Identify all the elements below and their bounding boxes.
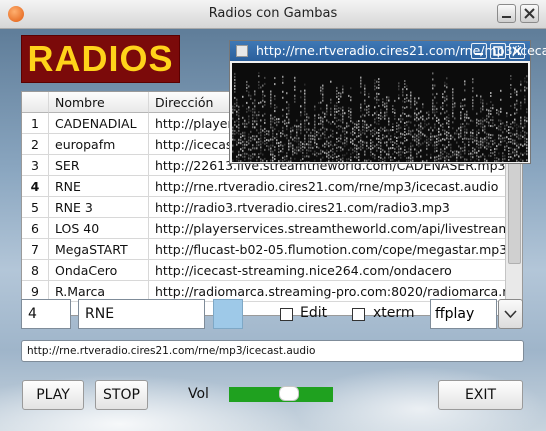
stop-button[interactable]: STOP <box>95 380 148 410</box>
volume-label: Vol <box>188 386 209 402</box>
row-number: 2 <box>22 134 49 155</box>
row-name: MegaSTART <box>49 239 149 260</box>
popup-maximize-button[interactable] <box>490 43 506 59</box>
row-number: 4 <box>22 176 49 197</box>
window-title: Radios con Gambas <box>208 6 338 21</box>
popup-close-button[interactable] <box>509 43 525 59</box>
row-name: RNE <box>49 176 149 197</box>
close-icon <box>524 8 535 19</box>
row-number: 8 <box>22 260 49 281</box>
row-number: 6 <box>22 218 49 239</box>
row-name: LOS 40 <box>49 218 149 239</box>
table-row[interactable]: 7 MegaSTART http://flucast-b02-05.flumotio… <box>22 239 507 260</box>
row-name: CADENADIAL <box>49 113 149 134</box>
video-visualization <box>232 63 528 162</box>
table-row[interactable]: 4 RNE http://rne.rtveradio.cires21.com/rne… <box>22 176 507 197</box>
row-url: http://flucast-b02-05.flumotion.com/cope… <box>149 239 507 260</box>
edit-checkbox[interactable] <box>280 308 293 321</box>
col-header-num[interactable] <box>22 92 49 113</box>
player-dropdown-button[interactable] <box>498 299 523 329</box>
xterm-checkbox[interactable] <box>352 308 365 321</box>
banner-text: RADIOS <box>27 38 174 79</box>
table-row[interactable]: 5 RNE 3 http://radio3.rtveradio.cires21.co… <box>22 197 507 218</box>
row-number: 5 <box>22 197 49 218</box>
col-header-nombre[interactable]: Nombre <box>49 92 149 113</box>
audio-spectrum-image <box>232 72 528 162</box>
row-name: europafm <box>49 134 149 155</box>
window-icon <box>236 45 248 57</box>
name-field[interactable]: RNE <box>78 299 205 329</box>
table-row[interactable]: 6 LOS 40 http://playerservices.streamthewo… <box>22 218 507 239</box>
row-number: 1 <box>22 113 49 134</box>
minimize-icon <box>502 16 511 18</box>
volume-slider-handle[interactable] <box>279 386 299 401</box>
title-bar[interactable]: Radios con Gambas <box>0 0 546 29</box>
popup-minimize-button[interactable] <box>471 43 487 59</box>
xterm-label: xterm <box>373 305 415 321</box>
color-swatch-button[interactable] <box>213 299 243 329</box>
popup-title-bar[interactable]: http://rne.rtveradio.cires21.com/rne/mp3… <box>230 41 546 61</box>
minimize-icon <box>475 53 483 55</box>
close-button[interactable] <box>520 4 539 23</box>
row-number: 7 <box>22 239 49 260</box>
row-url: http://icecast-streaming.nice264.com/ond… <box>149 260 507 281</box>
maximize-icon <box>493 46 503 56</box>
minimize-button[interactable] <box>497 4 516 23</box>
chevron-down-icon <box>504 310 517 319</box>
main-window: Radios con Gambas RADIOS Nombre Direcció… <box>0 0 546 431</box>
player-video-window[interactable]: http://rne.rtveradio.cires21.com/rne/mp3… <box>229 40 546 164</box>
radios-banner: RADIOS <box>21 35 180 83</box>
edit-label: Edit <box>300 305 328 321</box>
row-url: http://rne.rtveradio.cires21.com/rne/mp3… <box>149 176 507 197</box>
table-row[interactable]: 8 OndaCero http://icecast-streaming.nice26… <box>22 260 507 281</box>
player-select[interactable]: ffplay <box>430 299 497 329</box>
close-icon <box>512 46 522 56</box>
volume-slider[interactable] <box>229 386 333 402</box>
row-url: http://playerservices.streamtheworld.com… <box>149 218 507 239</box>
play-button[interactable]: PLAY <box>22 380 84 410</box>
row-name: OndaCero <box>49 260 149 281</box>
row-url: http://radio3.rtveradio.cires21.com/radi… <box>149 197 507 218</box>
row-name: SER <box>49 155 149 176</box>
index-field[interactable]: 4 <box>21 299 71 329</box>
exit-button[interactable]: EXIT <box>438 380 523 410</box>
url-field[interactable]: http://rne.rtveradio.cires21.com/rne/mp3… <box>21 340 524 362</box>
row-name: RNE 3 <box>49 197 149 218</box>
row-number: 3 <box>22 155 49 176</box>
